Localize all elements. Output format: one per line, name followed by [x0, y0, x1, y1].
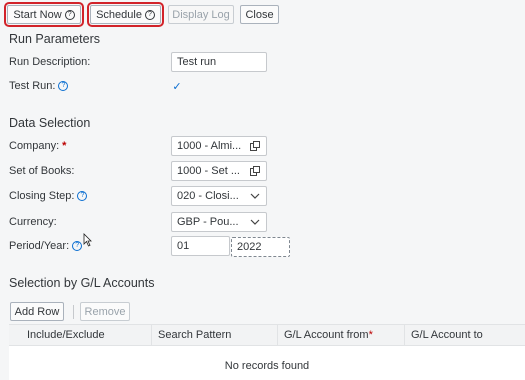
display-log-label: Display Log — [172, 8, 230, 21]
company-label: Company: * — [9, 140, 66, 152]
gl-account-from-label: G/L Account from — [284, 329, 369, 341]
remove-button[interactable]: Remove — [80, 302, 130, 321]
help-icon[interactable]: ? — [72, 241, 83, 251]
set-of-books-label: Set of Books: — [9, 165, 74, 177]
year-value: 2022 — [237, 241, 262, 253]
no-records-text: No records found — [224, 360, 310, 372]
add-row-button[interactable]: Add Row — [10, 302, 64, 321]
period-input[interactable]: 01 — [171, 236, 230, 256]
data-selection-title: Data Selection — [9, 116, 91, 130]
period-value: 01 — [177, 240, 190, 252]
help-icon[interactable]: ? — [58, 81, 69, 91]
start-now-button[interactable]: Start Now ? — [4, 2, 84, 27]
chevron-down-icon[interactable] — [244, 187, 266, 205]
required-marker: * — [368, 329, 373, 341]
toolbar-separator — [73, 305, 74, 319]
close-button[interactable]: Close — [240, 5, 279, 24]
selection-gl-title: Selection by G/L Accounts — [9, 276, 155, 290]
column-header-gl-account-from[interactable]: G/L Account from * — [277, 325, 404, 345]
value-help-icon[interactable] — [244, 162, 266, 180]
column-header-search-pattern[interactable]: Search Pattern — [151, 325, 277, 345]
schedule-label: Schedule — [96, 8, 142, 21]
year-input[interactable]: 2022 — [231, 237, 290, 257]
run-description-label-text: Run Description: — [9, 56, 91, 68]
column-header-gl-account-to[interactable]: G/L Account to — [404, 325, 525, 345]
closing-step-label: Closing Step: ? — [9, 190, 88, 202]
chevron-down-icon[interactable] — [244, 213, 266, 231]
column-header-include-exclude[interactable]: Include/Exclude — [21, 325, 151, 345]
test-run-label-text: Test Run: — [9, 80, 56, 92]
set-of-books-label-text: Set of Books: — [9, 165, 75, 177]
currency-select[interactable]: GBP - Pou... — [171, 212, 267, 232]
set-of-books-value: 1000 - Set ... — [177, 165, 240, 177]
run-description-label: Run Description: — [9, 56, 90, 68]
closing-step-label-text: Closing Step: — [9, 190, 75, 202]
close-label: Close — [245, 8, 274, 21]
schedule-button[interactable]: Schedule ? — [87, 2, 164, 27]
value-help-icon[interactable] — [244, 137, 266, 155]
start-now-label: Start Now — [13, 8, 62, 21]
display-log-button[interactable]: Display Log — [168, 5, 234, 24]
run-description-input[interactable]: Test run — [171, 52, 267, 72]
help-icon: ? — [64, 9, 75, 20]
test-run-label: Test Run: ? — [9, 80, 69, 92]
period-year-label-text: Period/Year: — [9, 240, 70, 252]
help-icon[interactable]: ? — [77, 191, 88, 201]
currency-label-text: Currency: — [9, 216, 57, 228]
company-input[interactable]: 1000 - Almi... — [171, 136, 267, 156]
closing-step-value: 020 - Closi... — [177, 190, 239, 202]
required-marker: * — [62, 140, 67, 152]
company-label-text: Company: — [9, 140, 60, 152]
currency-label: Currency: — [9, 216, 57, 228]
run-parameters-title: Run Parameters — [9, 32, 101, 46]
period-year-label: Period/Year: ? — [9, 240, 83, 252]
set-of-books-input[interactable]: 1000 - Set ... — [171, 161, 267, 181]
help-icon: ? — [144, 9, 155, 20]
toolbar: Start Now ? Schedule ? Display Log Close — [0, 0, 525, 28]
table-header: Include/Exclude Search Pattern G/L Accou… — [9, 324, 525, 346]
table-body: No records found — [9, 346, 525, 380]
company-value: 1000 - Almi... — [177, 140, 242, 152]
currency-value: GBP - Pou... — [177, 216, 239, 228]
mouse-cursor-icon — [83, 233, 92, 247]
closing-step-select[interactable]: 020 - Closi... — [171, 186, 267, 206]
test-run-checkbox[interactable]: ✓ — [171, 81, 183, 93]
run-description-value: Test run — [177, 56, 217, 68]
